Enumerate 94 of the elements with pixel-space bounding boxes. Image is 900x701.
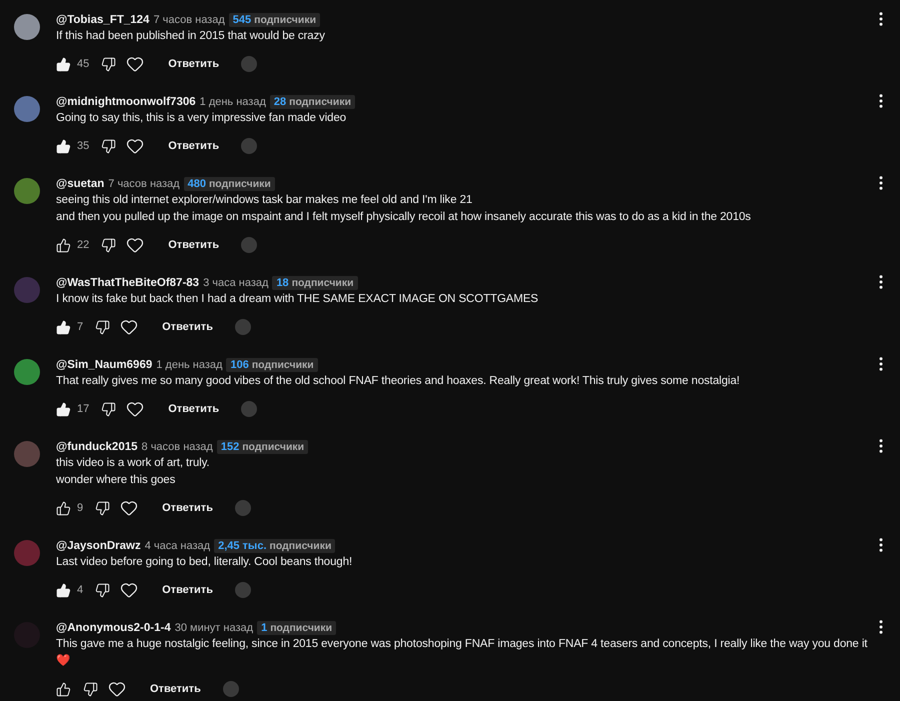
author-name[interactable]: @funduck2015 — [56, 441, 138, 453]
avatar[interactable] — [14, 14, 40, 40]
subscriber-count: 18 — [276, 277, 289, 289]
dislike-button[interactable] — [95, 500, 110, 516]
like-count: 9 — [77, 502, 84, 514]
like-button[interactable] — [56, 682, 71, 696]
like-count: 17 — [77, 403, 90, 415]
subscriber-count: 106 — [230, 359, 249, 371]
reply-button[interactable]: Ответить — [154, 580, 221, 600]
comment-time[interactable]: 4 часа назад — [144, 540, 210, 552]
comment-text: This gave me a huge nostalgic feeling, since in 2015 everyone was photoshoping FNAF images into FNAF 4 teasers and concepts, I really like the way you done it — [56, 637, 868, 652]
heart-button[interactable] — [120, 499, 138, 517]
subscriber-label: подписчики — [208, 178, 271, 190]
comment-text: If this had been published in 2015 that would be crazy — [56, 29, 326, 44]
like-button[interactable] — [56, 402, 71, 416]
reply-button[interactable]: Ответить — [160, 235, 228, 255]
reply-button[interactable]: Ответить — [142, 679, 209, 699]
heart-button[interactable] — [126, 236, 144, 254]
subscriber-label: подписчики — [254, 14, 316, 26]
author-name[interactable]: @WasThatTheBiteOf87-83 — [56, 277, 200, 289]
comment-text: seeing this old internet explorer/windows task bar makes me feel old and I'm like 21 — [56, 193, 474, 208]
like-count: 35 — [77, 140, 90, 152]
comment-text: this video is a work of art, truly. — [56, 456, 211, 471]
comment-time[interactable]: 1 день назад — [156, 359, 222, 371]
dislike-button[interactable] — [95, 320, 110, 334]
author-name[interactable]: @Tobias_FT_124 — [56, 14, 150, 26]
heart-button[interactable] — [120, 581, 138, 599]
comment-time[interactable]: 3 часа назад — [203, 277, 268, 289]
reply-button[interactable]: Ответить — [154, 498, 221, 518]
author-name[interactable]: @JaysonDrawz — [56, 540, 141, 552]
like-button[interactable] — [56, 138, 71, 154]
like-button[interactable] — [56, 582, 71, 598]
comment-time[interactable]: 30 минут назад — [174, 622, 254, 634]
subscriber-label: подписчики — [292, 277, 354, 289]
avatar[interactable] — [14, 178, 40, 204]
like-button[interactable] — [56, 320, 71, 334]
like-count: 4 — [77, 584, 84, 596]
creator-avatar-icon — [241, 56, 258, 72]
avatar[interactable] — [14, 359, 40, 385]
creator-avatar-icon — [241, 237, 258, 253]
author-name[interactable]: @Sim_Naum6969 — [56, 359, 152, 371]
reply-button[interactable]: Ответить — [154, 317, 221, 337]
dislike-button[interactable] — [101, 138, 116, 154]
author-name[interactable]: @midnightmoonwolf7306 — [56, 96, 196, 108]
like-button[interactable] — [56, 56, 71, 72]
comment-text: ❤ — [56, 653, 71, 669]
creator-avatar-icon — [222, 681, 239, 697]
subscriber-count: 1 — [261, 622, 268, 634]
comment-time[interactable]: 7 часов назад — [153, 14, 225, 26]
reply-button[interactable]: Ответить — [160, 54, 228, 74]
comment-text: and then you pulled up the image on mspaint and I felt myself physically recoil at how insanely accurate this was to do as a kid in the 2010s — [56, 210, 752, 225]
creator-avatar-icon — [241, 401, 258, 417]
comment-text: Going to say this, this is a very impressive fan made video — [56, 111, 348, 126]
subscriber-count: 545 — [232, 14, 252, 26]
subscriber-label: подписчики — [270, 622, 332, 634]
subscriber-label: подписчики — [270, 540, 332, 552]
dislike-button[interactable] — [101, 238, 116, 252]
comment-time[interactable]: 7 часов назад — [108, 178, 180, 190]
heart-button[interactable] — [108, 680, 126, 698]
reply-button[interactable]: Ответить — [160, 399, 228, 419]
subscriber-count: 28 — [274, 96, 286, 108]
dislike-button[interactable] — [83, 682, 98, 696]
dislike-button[interactable] — [95, 582, 110, 598]
like-count: 22 — [77, 239, 90, 251]
like-count: 45 — [77, 58, 90, 70]
heart-button[interactable] — [126, 55, 144, 73]
subscriber-count: 152 — [220, 441, 240, 453]
reply-button[interactable]: Ответить — [160, 136, 228, 156]
heart-button[interactable] — [126, 137, 144, 155]
like-count: 7 — [77, 321, 84, 333]
author-name[interactable]: @Anonymous2-0-1-4 — [56, 622, 171, 634]
like-button[interactable] — [56, 238, 71, 252]
creator-avatar-icon — [241, 138, 258, 154]
avatar[interactable] — [14, 96, 40, 122]
subscriber-label: подписчики — [242, 441, 304, 453]
creator-avatar-icon — [234, 582, 251, 598]
comment-time[interactable]: 1 день назад — [200, 96, 266, 108]
heart-button[interactable] — [126, 400, 144, 418]
comment-text: That really gives me so many good vibes of the old school FNAF theories and hoaxes. Really great work! This truly gives some nostalgia! — [56, 374, 741, 389]
creator-avatar-icon — [234, 319, 251, 335]
like-button[interactable] — [56, 500, 71, 516]
subscriber-count: 480 — [188, 178, 206, 190]
subscriber-label: подписчики — [289, 96, 352, 108]
comment-time[interactable]: 8 часов назад — [142, 441, 213, 453]
comment-text: I know its fake but back then I had a dream with THE SAME EXACT IMAGE ON SCOTTGAMES — [56, 292, 540, 307]
creator-avatar-icon — [234, 500, 251, 516]
dislike-button[interactable] — [101, 56, 116, 72]
heart-button[interactable] — [120, 318, 138, 336]
comment-text: wonder where this goes — [56, 473, 176, 488]
author-name[interactable]: @suetan — [56, 178, 104, 190]
dislike-button[interactable] — [101, 402, 116, 416]
subscriber-label: подписчики — [252, 359, 314, 371]
comment-text: Last video before going to bed, literally. Cool beans though! — [56, 555, 354, 570]
subscriber-count: 2,45 тыс. — [218, 540, 266, 552]
